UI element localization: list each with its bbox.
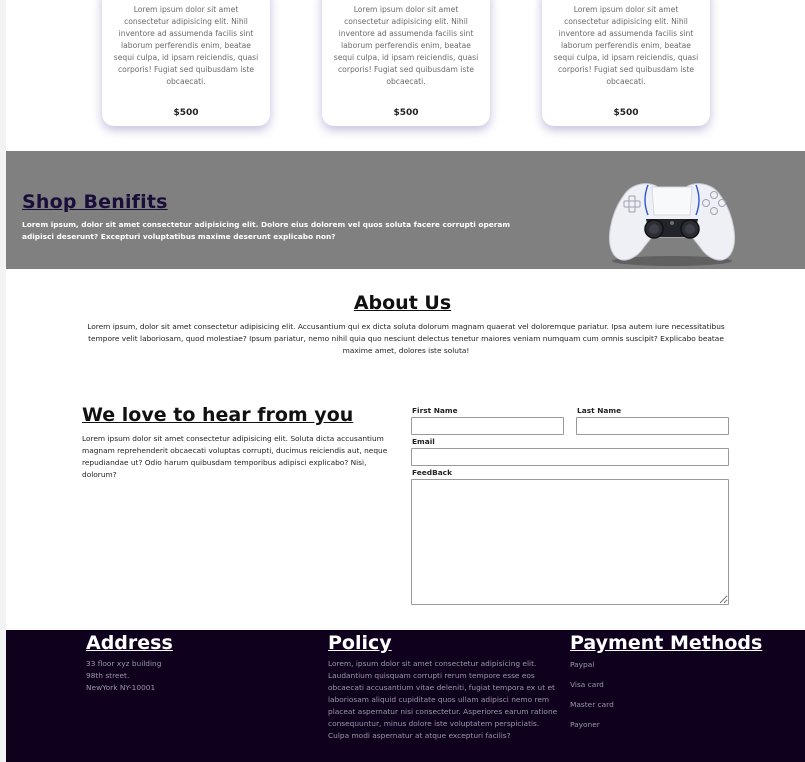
shop-benefits-text: Lorem ipsum, dolor sit amet consectetur … xyxy=(22,220,511,241)
product-card-price: $500 xyxy=(613,108,639,118)
email-label: Email xyxy=(412,437,435,446)
email-field[interactable] xyxy=(411,448,729,466)
address-title: Address xyxy=(86,632,173,654)
policy-text: Lorem, ipsum dolor sit amet consectetur … xyxy=(328,659,558,740)
first-name-field[interactable] xyxy=(411,417,564,435)
contact-description: Lorem ipsum dolor sit amet consectetur a… xyxy=(82,434,388,479)
payment-methods-title: Payment Methods xyxy=(570,632,763,654)
footer: Address 33 floor xyz building 98th stree… xyxy=(6,630,805,762)
shop-benefits-title: Shop Benifits xyxy=(22,191,168,213)
payment-method-visa[interactable]: Visa card xyxy=(570,680,604,689)
product-cards: Lorem ipsum dolor sit amet consectetur a… xyxy=(0,0,805,150)
product-card-text: Lorem ipsum dolor sit amet consectetur a… xyxy=(553,5,699,86)
feedback-label: FeedBack xyxy=(412,468,452,477)
game-controller-image xyxy=(608,183,736,266)
address-line: 33 floor xyz building xyxy=(86,659,162,668)
about-text: Lorem ipsum, dolor sit amet consectetur … xyxy=(87,322,725,355)
product-card-price: $500 xyxy=(393,108,419,118)
product-card-price: $500 xyxy=(173,108,199,118)
product-card[interactable]: Lorem ipsum dolor sit amet consectetur a… xyxy=(542,0,710,126)
first-name-label: First Name xyxy=(412,406,458,415)
about-title: About Us xyxy=(353,292,452,314)
feedback-field[interactable] xyxy=(411,479,729,605)
shop-benefits-section: Shop Benifits Lorem ipsum, dolor sit ame… xyxy=(6,151,805,269)
last-name-field[interactable] xyxy=(576,417,729,435)
payment-method-payoneer[interactable]: Payoner xyxy=(570,720,600,729)
payment-method-mastercard[interactable]: Master card xyxy=(570,700,614,709)
payment-method-paypal[interactable]: Paypal xyxy=(570,660,594,669)
address-line: NewYork NY-10001 xyxy=(86,683,156,692)
product-card[interactable]: Lorem ipsum dolor sit amet consectetur a… xyxy=(102,0,270,126)
product-card-text: Lorem ipsum dolor sit amet consectetur a… xyxy=(113,5,259,86)
contact-title: We love to hear from you xyxy=(82,404,354,426)
product-card[interactable]: Lorem ipsum dolor sit amet consectetur a… xyxy=(322,0,490,126)
product-card-text: Lorem ipsum dolor sit amet consectetur a… xyxy=(333,5,479,86)
policy-title: Policy xyxy=(328,632,392,654)
last-name-label: Last Name xyxy=(577,406,622,415)
address-line: 98th street. xyxy=(86,671,130,680)
